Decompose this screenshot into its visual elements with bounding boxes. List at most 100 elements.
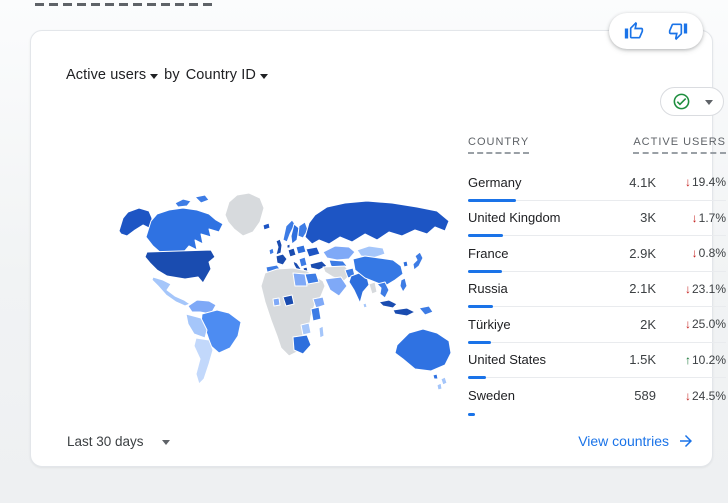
table-row: United States 1.5K ↑10.2% — [468, 343, 726, 379]
active-users-value: 2.1K — [629, 281, 656, 297]
change-arrow-icon: ↓ — [684, 388, 691, 403]
map-region-mexico-central-america[interactable] — [151, 276, 191, 307]
change-arrow-icon: ↑ — [684, 352, 691, 367]
map-country-libya[interactable] — [292, 272, 308, 287]
table-row: Türkiye 2K ↓25.0% — [468, 307, 726, 344]
table-header-row: COUNTRY ACTIVE USERS — [468, 136, 726, 154]
date-range-selector[interactable]: Last 30 days — [67, 429, 170, 453]
dimension-selector[interactable]: Country ID — [186, 67, 268, 83]
change-percent: ↓0.8% — [691, 246, 726, 261]
change-percent: ↑10.2% — [684, 352, 726, 367]
change-arrow-icon: ↓ — [684, 281, 691, 296]
change-arrow-icon: ↓ — [691, 210, 698, 225]
table-row: United Kingdom 3K ↓1.7% — [468, 201, 726, 237]
map-region-tasmania[interactable] — [432, 373, 439, 380]
chevron-down-icon — [260, 73, 268, 79]
map-country-germany[interactable] — [287, 247, 297, 258]
active-users-value: 3K — [640, 210, 656, 226]
widget-title: Active users by Country ID — [66, 65, 268, 85]
map-region-balkans[interactable] — [298, 256, 308, 268]
map-region-poland-czechia[interactable] — [295, 244, 307, 255]
map-country-mongolia[interactable] — [356, 245, 386, 259]
map-country-france[interactable] — [275, 253, 288, 266]
table-row: Sweden 589 ↓24.5% — [468, 378, 726, 416]
country-name: Sweden — [468, 388, 515, 404]
change-arrow-icon: ↓ — [684, 317, 691, 332]
map-country-philippines[interactable] — [399, 277, 408, 293]
change-percent: ↓1.7% — [691, 210, 726, 225]
map-region-west-africa[interactable] — [272, 297, 281, 307]
change-percent: ↓25.0% — [684, 317, 726, 332]
dimension-label: Country ID — [185, 67, 256, 83]
map-country-japan[interactable] — [412, 251, 424, 271]
metric-selector[interactable]: Active users — [66, 67, 159, 83]
change-arrow-icon: ↓ — [691, 246, 698, 261]
map-country-ireland[interactable] — [268, 247, 275, 256]
country-name: Türkiye — [468, 316, 511, 332]
date-range-label: Last 30 days — [67, 433, 144, 449]
map-region-kenya-tanzania[interactable] — [310, 306, 322, 322]
map-country-canada[interactable] — [145, 207, 224, 254]
map-country-new-zealand[interactable] — [436, 376, 448, 391]
title-connector: by — [164, 67, 180, 83]
map-country-south-africa[interactable] — [292, 334, 312, 355]
active-users-by-country-card: Active users by Country ID COUNTRY ACTIV… — [30, 30, 726, 467]
chevron-down-icon — [150, 73, 159, 79]
map-country-south-korea[interactable] — [402, 260, 409, 268]
data-quality-dropdown[interactable] — [660, 87, 724, 116]
map-country-australia[interactable] — [394, 328, 452, 372]
column-header-country[interactable]: COUNTRY — [468, 136, 530, 154]
map-country-ethiopia[interactable] — [312, 296, 326, 309]
table-row: Russia 2.1K ↓23.1% — [468, 272, 726, 308]
arrow-forward-icon — [680, 435, 692, 447]
map-country-united-kingdom[interactable] — [275, 238, 283, 256]
change-percent: ↓24.5% — [684, 388, 726, 403]
map-region-zambia[interactable] — [300, 322, 312, 336]
check-circle-icon — [673, 93, 689, 110]
table-row: France 2.9K ↓0.8% — [468, 236, 726, 273]
view-countries-link[interactable]: View countries — [578, 429, 695, 453]
map-region-arctic-islands[interactable] — [174, 194, 210, 208]
map-region-chile-argentina[interactable] — [193, 337, 214, 385]
column-header-active-users[interactable]: ACTIVE USERS — [633, 136, 726, 154]
country-name: France — [468, 245, 509, 261]
table-row: Germany 4.1K ↓19.4% — [468, 165, 726, 202]
active-users-value: 2K — [640, 316, 656, 332]
active-users-value: 589 — [634, 388, 656, 404]
view-countries-label: View countries — [578, 433, 669, 449]
active-users-value: 2.9K — [629, 245, 656, 261]
map-country-alaska[interactable] — [118, 207, 153, 237]
change-arrow-icon: ↓ — [684, 175, 691, 190]
map-region-new-guinea[interactable] — [418, 305, 434, 316]
active-users-value: 4.1K — [629, 174, 656, 190]
map-country-kazakhstan[interactable] — [322, 245, 356, 261]
row-proportion-bar — [468, 412, 475, 416]
thumbs-down-icon[interactable] — [668, 21, 688, 41]
map-country-russia[interactable] — [304, 200, 450, 245]
map-region-malaysia-indonesia[interactable] — [378, 299, 416, 317]
metric-label: Active users — [66, 67, 147, 83]
country-name: Germany — [468, 174, 522, 190]
country-name: United Kingdom — [468, 210, 561, 226]
map-country-madagascar[interactable] — [318, 325, 325, 339]
map-country-egypt[interactable] — [304, 272, 320, 285]
feedback-pill — [609, 13, 703, 49]
map-country-greenland[interactable] — [224, 192, 265, 237]
map-country-sri-lanka[interactable] — [362, 302, 368, 309]
thumbs-up-icon[interactable] — [624, 21, 644, 41]
active-users-value: 1.5K — [629, 352, 656, 368]
change-percent: ↓23.1% — [684, 281, 726, 296]
map-country-myanmar[interactable] — [368, 281, 378, 295]
map-country-ukraine[interactable] — [305, 246, 321, 258]
world-map-svg — [118, 192, 452, 391]
table-body: Germany 4.1K ↓19.4% United Kingdom 3K ↓1… — [468, 165, 726, 416]
map-country-denmark[interactable] — [286, 243, 291, 249]
drag-handle-dashes[interactable] — [35, 3, 217, 6]
map-country-iceland[interactable] — [262, 222, 271, 231]
country-name: United States — [468, 352, 547, 368]
country-name: Russia — [468, 281, 508, 297]
world-choropleth-map[interactable] — [97, 173, 459, 429]
chevron-down-icon — [704, 100, 713, 105]
chevron-down-icon — [161, 439, 170, 445]
country-table: COUNTRY ACTIVE USERS Germany 4.1K ↓19.4%… — [468, 136, 726, 416]
